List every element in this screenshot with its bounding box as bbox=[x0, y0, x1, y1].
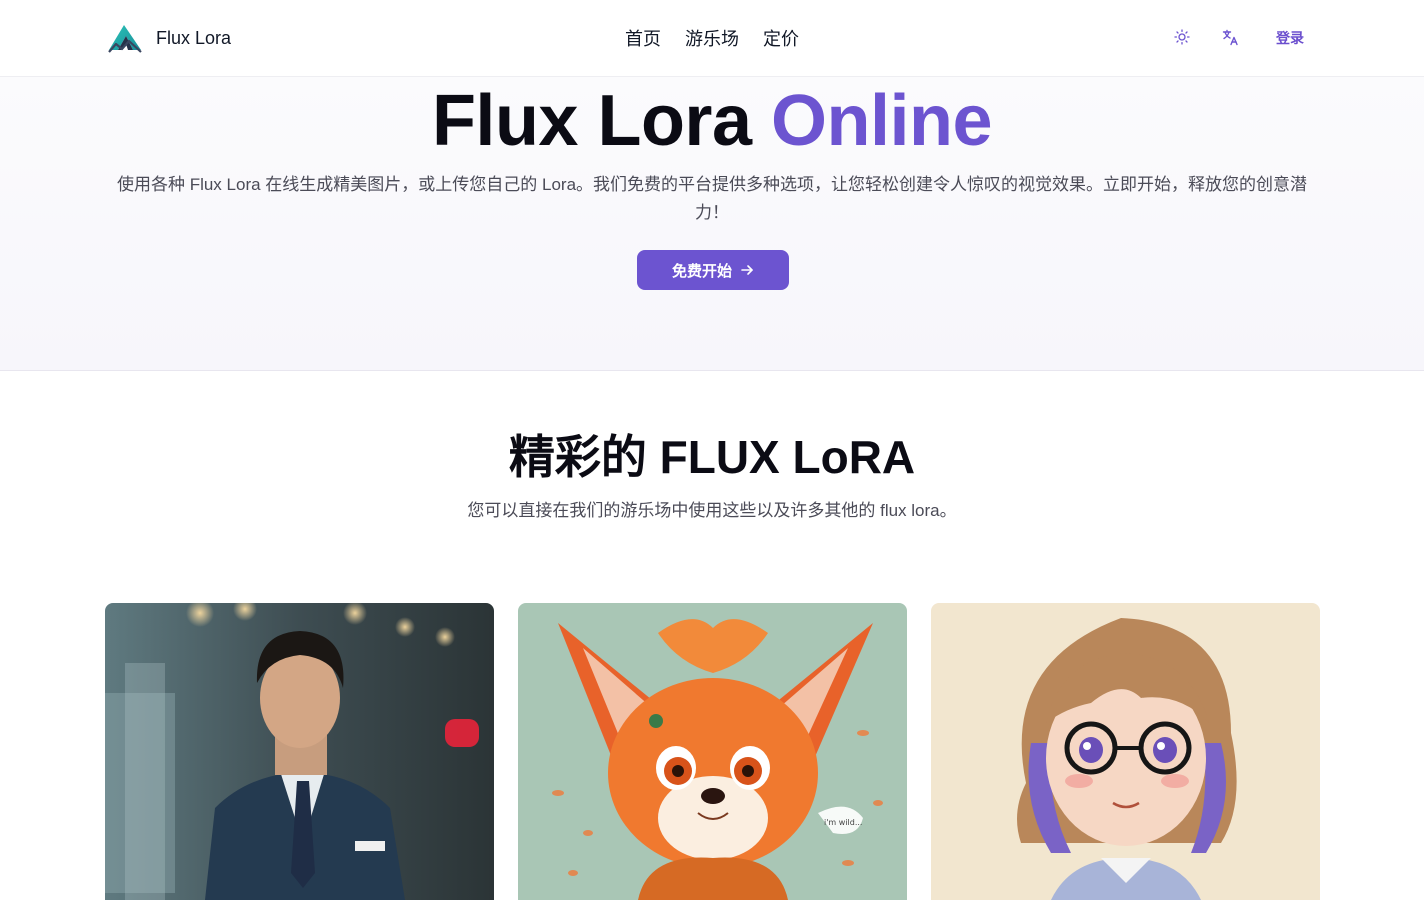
sun-icon[interactable] bbox=[1173, 28, 1191, 46]
top-navbar: Flux Lora 首页 游乐场 定价 登录 bbox=[0, 0, 1424, 77]
gallery-card-anime-girl[interactable] bbox=[931, 603, 1320, 900]
portrait-man-image bbox=[105, 603, 494, 900]
nav-item-home[interactable]: 首页 bbox=[625, 25, 661, 51]
anime-girl-image bbox=[931, 603, 1320, 900]
hero-title-accent: Online bbox=[771, 81, 993, 161]
section-subtitle: 您可以直接在我们的游乐场中使用这些以及许多其他的 flux lora。 bbox=[467, 501, 957, 520]
nav-item-pricing[interactable]: 定价 bbox=[763, 25, 799, 51]
hero-description: 使用各种 Flux Lora 在线生成精美图片，或上传您自己的 Lora。我们免… bbox=[116, 175, 1308, 222]
brand-name: Flux Lora bbox=[156, 27, 232, 48]
mountain-logo-icon bbox=[108, 25, 142, 53]
hero-title-main: Flux Lora bbox=[431, 81, 752, 161]
gallery-card-fox[interactable]: i'm wild... bbox=[518, 603, 907, 900]
main-nav: 首页 游乐场 定价 bbox=[625, 25, 799, 51]
fox-speech-text: i'm wild... bbox=[824, 818, 862, 827]
start-free-label: 免费开始 bbox=[671, 262, 732, 280]
login-link[interactable]: 登录 bbox=[1276, 28, 1304, 48]
brand-link[interactable]: Flux Lora bbox=[106, 22, 231, 54]
gallery-card-portrait-man[interactable] bbox=[105, 603, 494, 900]
translate-icon[interactable] bbox=[1221, 28, 1239, 46]
arrow-right-icon bbox=[741, 265, 753, 275]
section-title: 精彩的 FLUX LoRA bbox=[508, 431, 916, 483]
nav-item-playground[interactable]: 游乐场 bbox=[685, 25, 739, 51]
hero-title: Flux Lora Online bbox=[0, 79, 1424, 163]
cartoon-fox-image: i'm wild... bbox=[518, 603, 907, 900]
start-free-button[interactable]: 免费开始 bbox=[637, 250, 789, 290]
hero-section: Flux Lora Online 使用各种 Flux Lora 在线生成精美图片… bbox=[0, 77, 1424, 371]
